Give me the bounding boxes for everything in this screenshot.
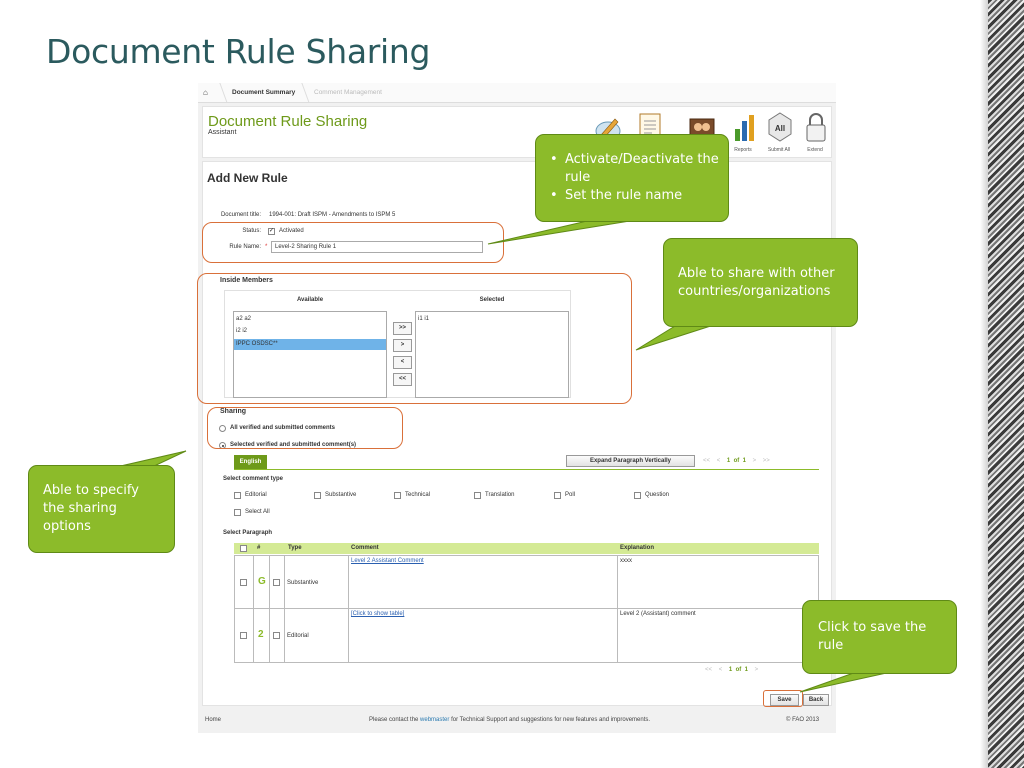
callout-specify: Able to specify the sharing options: [28, 465, 175, 553]
callout-activate: Activate/Deactivate the rule Set the rul…: [535, 134, 729, 222]
callout-share: Able to share with other countries/organ…: [663, 238, 858, 327]
callout-activate-item: Set the rule name: [544, 187, 720, 205]
callout-activate-item: Activate/Deactivate the rule: [544, 151, 720, 187]
callout-save: Click to save the rule: [802, 600, 957, 674]
